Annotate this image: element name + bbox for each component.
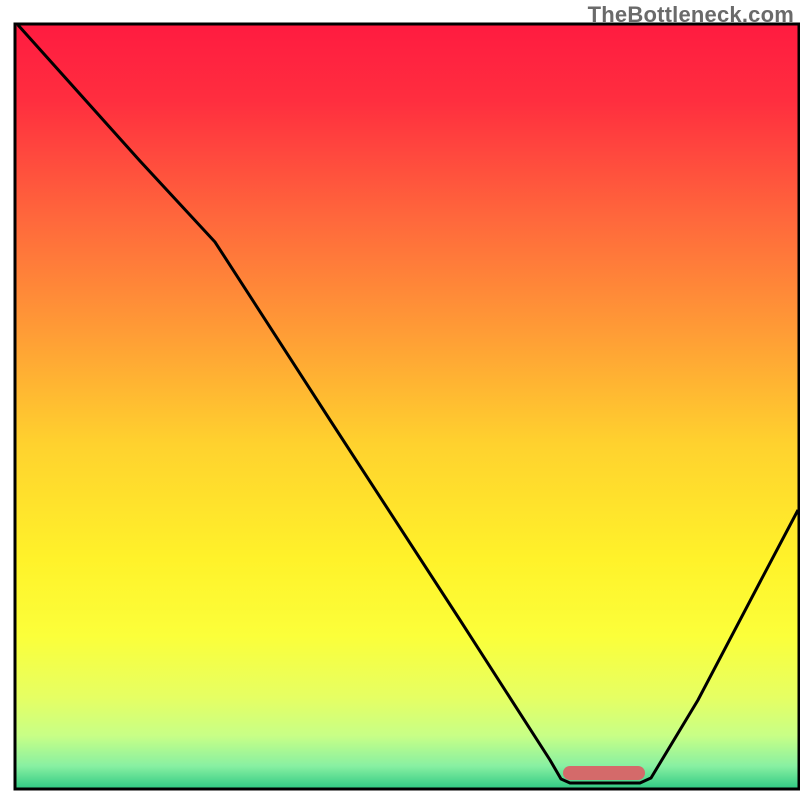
watermark-text: TheBottleneck.com [588, 2, 794, 28]
chart-svg [0, 0, 800, 800]
chart-container: TheBottleneck.com [0, 0, 800, 800]
plot-background [15, 24, 799, 789]
